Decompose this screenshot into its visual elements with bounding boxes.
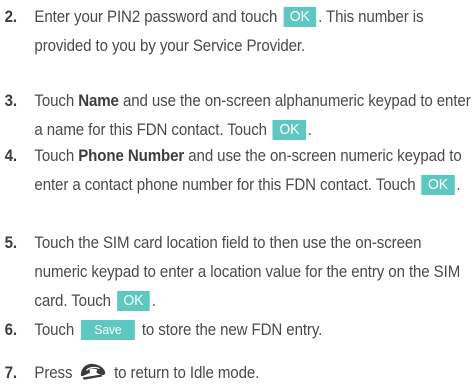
step-7: 7. Press to return to Idle mode. — [0, 359, 439, 388]
step-4: 4. Touch Phone Number and use the on-scr… — [0, 142, 462, 200]
step-3: 3. Touch Name and use the on-screen alph… — [0, 87, 471, 145]
step-text: Touch Save to store the new FDN entry. — [34, 320, 323, 340]
step-text: Touch the SIM card location field to the… — [34, 234, 461, 311]
step-text: Enter your PIN2 password and touch OK. T… — [34, 7, 424, 55]
step-text: Touch Name and use the on-screen alphanu… — [34, 92, 471, 140]
step-number: 3. — [4, 92, 18, 110]
ok-button: OK — [421, 175, 455, 195]
step-number: 5. — [4, 234, 18, 252]
step-number: 7. — [4, 364, 18, 382]
step-6: 6. Touch Save to store the new FDN entry… — [0, 316, 439, 345]
end-call-key-icon — [78, 361, 108, 381]
step-text: Touch Phone Number and use the on-screen… — [34, 147, 462, 195]
step-2: 2. Enter your PIN2 password and touch OK… — [0, 3, 439, 61]
step-number: 2. — [4, 8, 18, 26]
phone-number-field-label: Phone Number — [78, 147, 185, 165]
name-field-label: Name — [78, 92, 119, 110]
step-number: 4. — [4, 147, 18, 165]
ok-button: OK — [116, 291, 150, 311]
ok-button: OK — [283, 7, 317, 27]
step-number: 6. — [4, 321, 18, 339]
save-button: Save — [80, 320, 135, 340]
step-5: 5. Touch the SIM card location field to … — [0, 229, 460, 316]
step-text: Press to return to Idle mode. — [34, 359, 471, 388]
ok-button: OK — [272, 120, 306, 140]
